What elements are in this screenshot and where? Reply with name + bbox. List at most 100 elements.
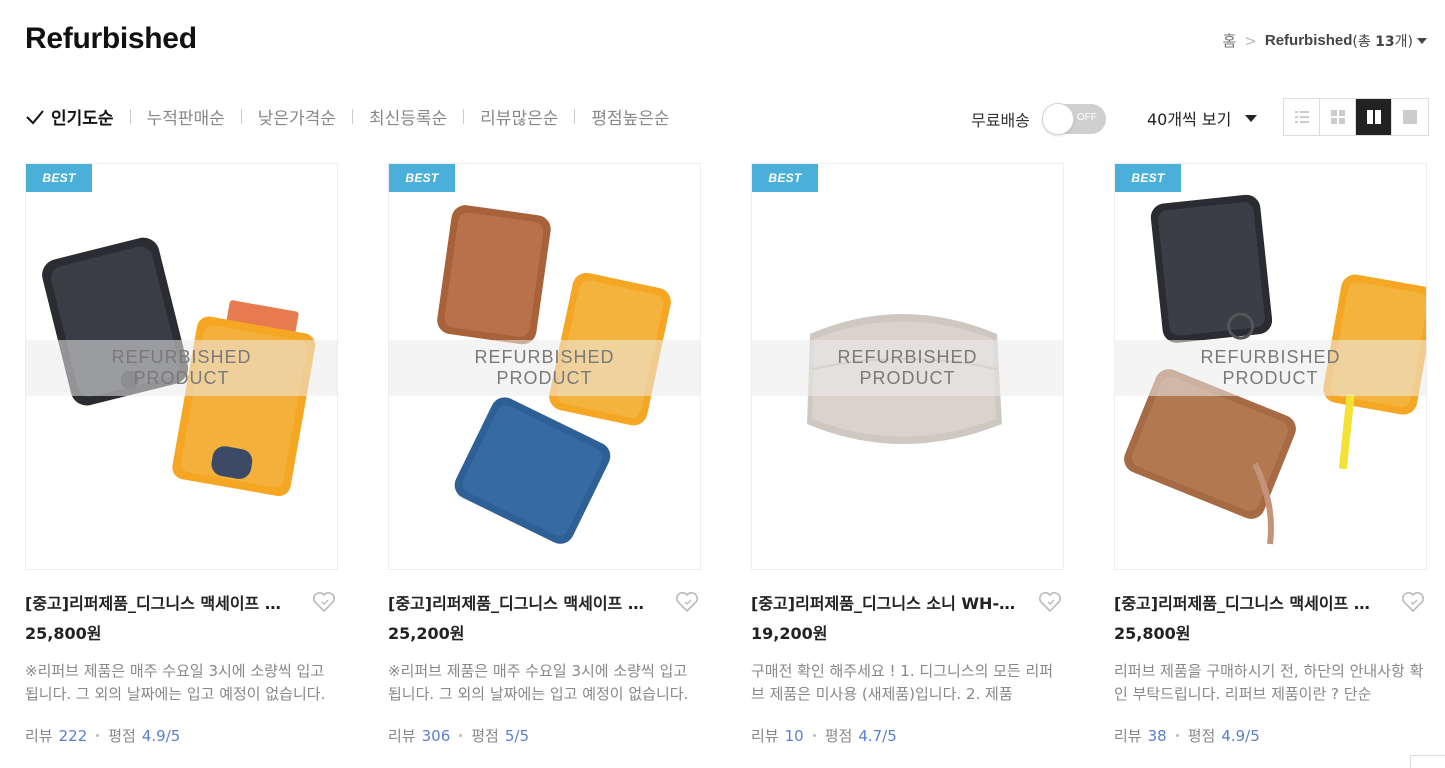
- sort-options: 인기도순 누적판매순 낮은가격순 최신등록순 리뷰많은순 평점높은순: [25, 104, 670, 129]
- breadcrumb-home[interactable]: 홈: [1222, 30, 1236, 51]
- product-card[interactable]: BEST REFURBISHED PRODUCT [중고]리퍼제품_디그니스 맥…: [25, 163, 338, 746]
- refurbished-overlay: REFURBISHED PRODUCT: [752, 340, 1063, 396]
- toggle-knob: [1041, 103, 1074, 135]
- count-prefix: (총: [1352, 33, 1376, 50]
- product-price: 25,800원: [25, 624, 102, 643]
- view-grid-4-button[interactable]: [1320, 99, 1356, 135]
- free-shipping-label: 무료배송: [971, 111, 1030, 130]
- single-view-icon: [1403, 110, 1417, 124]
- rating-label: 평점: [824, 727, 853, 745]
- review-count: 222: [58, 726, 88, 745]
- product-price: 25,200원: [388, 624, 465, 643]
- scroll-top-button[interactable]: [1410, 755, 1445, 768]
- sort-cumulative-sales[interactable]: 누적판매순: [147, 104, 225, 129]
- rating-value: 4.9: [1221, 726, 1246, 745]
- free-shipping-toggle[interactable]: OFF: [1041, 103, 1106, 135]
- sort-most-reviews[interactable]: 리뷰많은순: [480, 104, 558, 129]
- product-description: 구매전 확인 해주세요 ! 1. 디그니스의 모든 리퍼브 제품은 미사용 (새…: [751, 662, 1054, 703]
- sort-highest-rating[interactable]: 평점높은순: [591, 104, 669, 129]
- review-count: 10: [784, 726, 804, 745]
- view-grid-2-button[interactable]: [1356, 99, 1392, 135]
- overlay-line2: PRODUCT: [133, 368, 230, 388]
- refurbished-overlay: REFURBISHED PRODUCT: [26, 340, 337, 396]
- meta-dot: [1175, 734, 1179, 737]
- product-image[interactable]: BEST REFURBISHED PRODUCT: [25, 163, 338, 570]
- product-meta: 리뷰 222 평점 4.9/5: [25, 725, 338, 746]
- overlay-line1: REFURBISHED: [474, 347, 615, 367]
- rating-label: 평점: [108, 727, 136, 745]
- product-meta: 리뷰 306 평점 5/5: [388, 725, 701, 746]
- rating-max: 5: [519, 726, 530, 745]
- list-view-icon: [1294, 111, 1309, 123]
- breadcrumb-separator: >: [1244, 31, 1257, 50]
- count-suffix: 개): [1394, 33, 1413, 50]
- per-page-select[interactable]: 40개씩 보기: [1147, 106, 1258, 130]
- heart-icon[interactable]: [1038, 591, 1062, 613]
- refurbished-overlay: REFURBISHED PRODUCT: [1115, 340, 1426, 396]
- breadcrumb-current-dropdown[interactable]: Refurbished (총 13개): [1265, 31, 1427, 51]
- product-image[interactable]: BEST REFURBISHED PRODUCT: [751, 163, 1064, 570]
- check-icon: [26, 109, 44, 124]
- refurbished-overlay: REFURBISHED PRODUCT: [389, 340, 700, 396]
- product-grid: BEST REFURBISHED PRODUCT [중고]리퍼제품_디그니스 맥…: [25, 163, 1427, 746]
- product-card[interactable]: BEST REFURBISHED PRODUCT [중고]리퍼제품_디그니스 맥…: [1114, 163, 1427, 746]
- free-shipping-filter: 무료배송 OFF: [971, 103, 1106, 135]
- rating-label: 평점: [1187, 727, 1216, 745]
- grid-4-icon: [1330, 110, 1345, 124]
- count-value: 13: [1375, 33, 1395, 50]
- breadcrumb-current: Refurbished: [1264, 32, 1353, 49]
- meta-dot: [812, 734, 816, 737]
- view-list-button[interactable]: [1284, 99, 1320, 135]
- product-name[interactable]: [중고]리퍼제품_디그니스 소니 WH-1000XM: [751, 590, 1021, 614]
- heart-icon[interactable]: [312, 591, 336, 613]
- rating-max: 5: [170, 726, 181, 745]
- divider: [240, 109, 242, 124]
- view-single-button[interactable]: [1392, 99, 1428, 135]
- review-count: 38: [1147, 726, 1167, 745]
- product-description: 리퍼브 제품을 구매하시기 전, 하단의 안내사항 확인 부탁드립니다. 리퍼브…: [1114, 662, 1424, 703]
- product-card[interactable]: BEST REFURBISHED PRODUCT [중고]리퍼제품_디그니스 소…: [751, 163, 1064, 746]
- heart-icon[interactable]: [675, 591, 699, 613]
- overlay-line1: REFURBISHED: [1200, 347, 1341, 367]
- product-description: ※리퍼브 제품은 매주 수요일 3시에 소량씩 입고 됩니다. 그 외의 날짜에…: [25, 662, 326, 703]
- heart-icon[interactable]: [1401, 591, 1425, 613]
- product-name[interactable]: [중고]리퍼제품_디그니스 맥세이프 카드지갑: [388, 590, 658, 614]
- rating-value: 4.9: [141, 726, 166, 745]
- review-label: 리뷰: [751, 727, 779, 745]
- review-count: 306: [421, 726, 451, 745]
- product-name[interactable]: [중고]리퍼제품_디그니스 맥세이프 카드지갑: [1114, 590, 1384, 614]
- product-meta: 리뷰 38 평점 4.9/5: [1114, 725, 1427, 746]
- breadcrumb: 홈 > Refurbished (총 13개): [1222, 30, 1427, 51]
- meta-dot: [96, 734, 100, 737]
- page-title: Refurbished: [25, 22, 197, 55]
- divider: [351, 109, 353, 124]
- chevron-down-icon: [1417, 37, 1427, 44]
- product-meta: 리뷰 10 평점 4.7/5: [751, 725, 1064, 746]
- rating-max: 5: [1250, 726, 1260, 745]
- product-price: 19,200원: [751, 624, 828, 643]
- sort-label: 인기도순: [51, 109, 114, 129]
- rating-max: 5: [887, 726, 897, 745]
- product-name[interactable]: [중고]리퍼제품_디그니스 맥세이프 카드지갑: [25, 590, 295, 614]
- divider: [463, 109, 465, 124]
- caret-down-icon: [1245, 114, 1258, 122]
- overlay-line2: PRODUCT: [1222, 368, 1319, 388]
- toggle-state: OFF: [1076, 112, 1097, 123]
- best-badge: BEST: [26, 164, 92, 192]
- product-price: 25,800원: [1114, 624, 1191, 643]
- sort-newest[interactable]: 최신등록순: [369, 104, 447, 129]
- product-card[interactable]: BEST REFURBISHED PRODUCT [중고]리퍼제품_디그니스 맥…: [388, 163, 701, 746]
- breadcrumb-count: (총 13개): [1352, 31, 1413, 51]
- product-image[interactable]: BEST REFURBISHED PRODUCT: [1114, 163, 1427, 570]
- best-badge: BEST: [389, 164, 455, 192]
- grid-2-icon: [1366, 110, 1381, 124]
- view-mode-buttons: [1283, 98, 1429, 136]
- sort-lowest-price[interactable]: 낮은가격순: [258, 104, 336, 129]
- rating-value: 4.7: [858, 726, 883, 745]
- overlay-line1: REFURBISHED: [111, 347, 252, 367]
- sort-popularity[interactable]: 인기도순: [25, 104, 114, 129]
- overlay-line2: PRODUCT: [496, 368, 593, 388]
- product-image[interactable]: BEST REFURBISHED PRODUCT: [388, 163, 701, 570]
- best-badge: BEST: [752, 164, 818, 192]
- rating-value: 5: [504, 726, 515, 745]
